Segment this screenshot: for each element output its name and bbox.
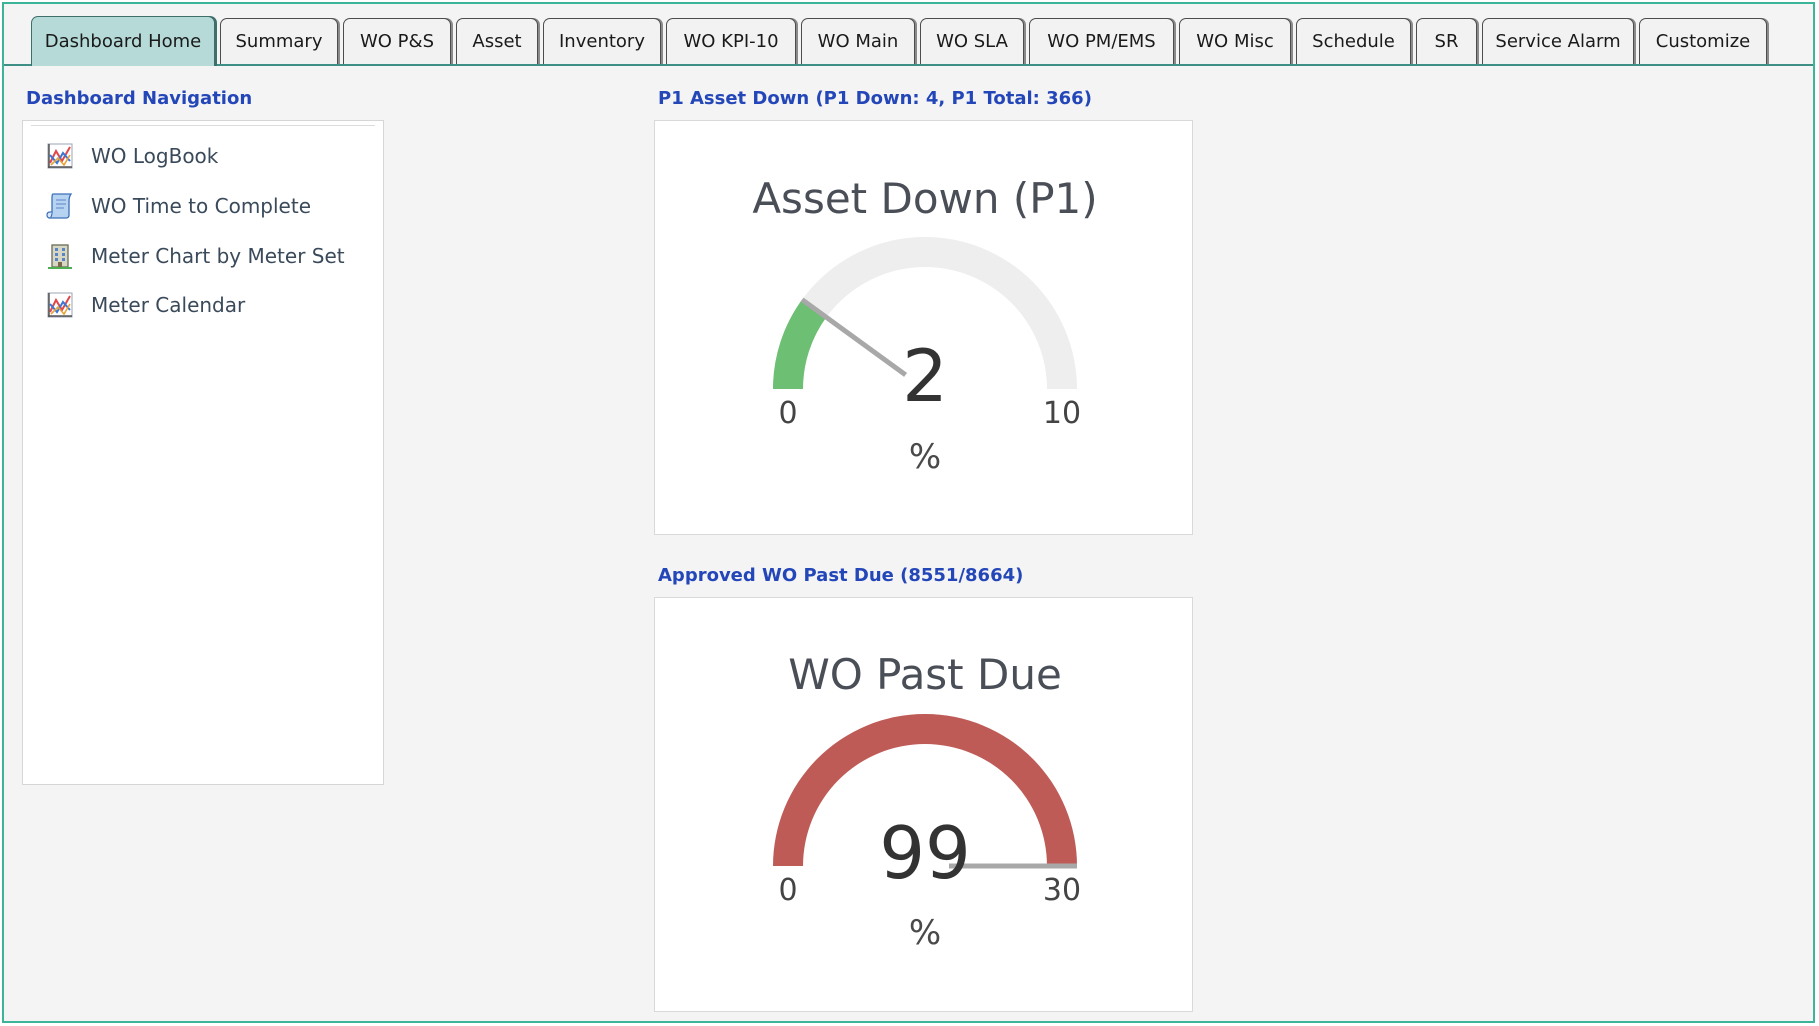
nav-item-label: Meter Calendar <box>91 293 246 317</box>
asset-down-gauge-card: Asset Down (P1) 2 % 0 10 <box>654 120 1193 535</box>
gauge-min-label: 0 <box>778 873 797 908</box>
nav-item-wo-time-to-complete[interactable]: WO Time to Complete <box>45 188 311 224</box>
tab-bar: Dashboard Home Summary WO P&S Asset Inve… <box>4 4 1813 66</box>
scroll-icon <box>46 193 73 219</box>
dashboard-navigation-title: Dashboard Navigation <box>26 88 253 109</box>
tab-summary[interactable]: Summary <box>220 18 338 64</box>
wo-past-due-gauge-card: WO Past Due 99 % 0 30 <box>654 597 1193 1012</box>
nav-item-label: WO LogBook <box>91 144 219 168</box>
gauge-value: 99 <box>879 811 971 895</box>
tab-sr[interactable]: SR <box>1416 18 1477 64</box>
gauge-title: Asset Down (P1) <box>752 174 1097 223</box>
line-chart-icon <box>47 292 73 318</box>
nav-item-wo-logbook[interactable]: WO LogBook <box>45 138 218 174</box>
gauge-unit: % <box>909 913 941 953</box>
tab-wo-misc[interactable]: WO Misc <box>1179 18 1291 64</box>
nav-item-label: Meter Chart by Meter Set <box>91 244 345 268</box>
line-chart-icon <box>47 143 73 169</box>
tab-asset[interactable]: Asset <box>456 18 538 64</box>
gauge-title: WO Past Due <box>788 650 1062 699</box>
gauge-min-label: 0 <box>778 396 797 431</box>
p1-asset-down-section-title: P1 Asset Down (P1 Down: 4, P1 Total: 366… <box>658 88 1092 109</box>
nav-item-meter-calendar[interactable]: Meter Calendar <box>45 287 245 323</box>
tab-inventory[interactable]: Inventory <box>543 18 661 64</box>
tab-wo-pm-ems[interactable]: WO PM/EMS <box>1029 18 1174 64</box>
gauge-value: 2 <box>902 334 948 418</box>
gauge-max-label: 10 <box>1043 396 1081 431</box>
tab-wo-sla[interactable]: WO SLA <box>920 18 1024 64</box>
tab-service-alarm[interactable]: Service Alarm <box>1482 18 1634 64</box>
gauge-max-label: 30 <box>1043 873 1081 908</box>
tab-dashboard-home[interactable]: Dashboard Home <box>31 16 215 66</box>
wo-past-due-gauge: WO Past Due 99 % 0 30 <box>773 650 1081 953</box>
tab-wo-ps[interactable]: WO P&S <box>343 18 451 64</box>
tab-wo-main[interactable]: WO Main <box>801 18 915 64</box>
tab-wo-kpi-10[interactable]: WO KPI-10 <box>666 18 796 64</box>
gauge-unit: % <box>909 437 941 477</box>
tab-customize[interactable]: Customize <box>1639 18 1767 64</box>
building-icon <box>48 244 72 269</box>
nav-item-meter-chart-by-meter-set[interactable]: Meter Chart by Meter Set <box>45 238 345 274</box>
app-frame: Dashboard Home Summary WO P&S Asset Inve… <box>2 2 1815 1023</box>
gauge-needle <box>800 297 908 377</box>
navigation-panel: WO LogBook WO Time to Complete Meter Cha… <box>22 120 384 785</box>
nav-item-label: WO Time to Complete <box>91 194 311 218</box>
asset-down-gauge: Asset Down (P1) 2 % 0 10 <box>752 174 1097 477</box>
approved-wo-past-due-section-title: Approved WO Past Due (8551/8664) <box>658 565 1024 586</box>
panel-divider <box>31 125 375 126</box>
tab-schedule[interactable]: Schedule <box>1296 18 1411 64</box>
